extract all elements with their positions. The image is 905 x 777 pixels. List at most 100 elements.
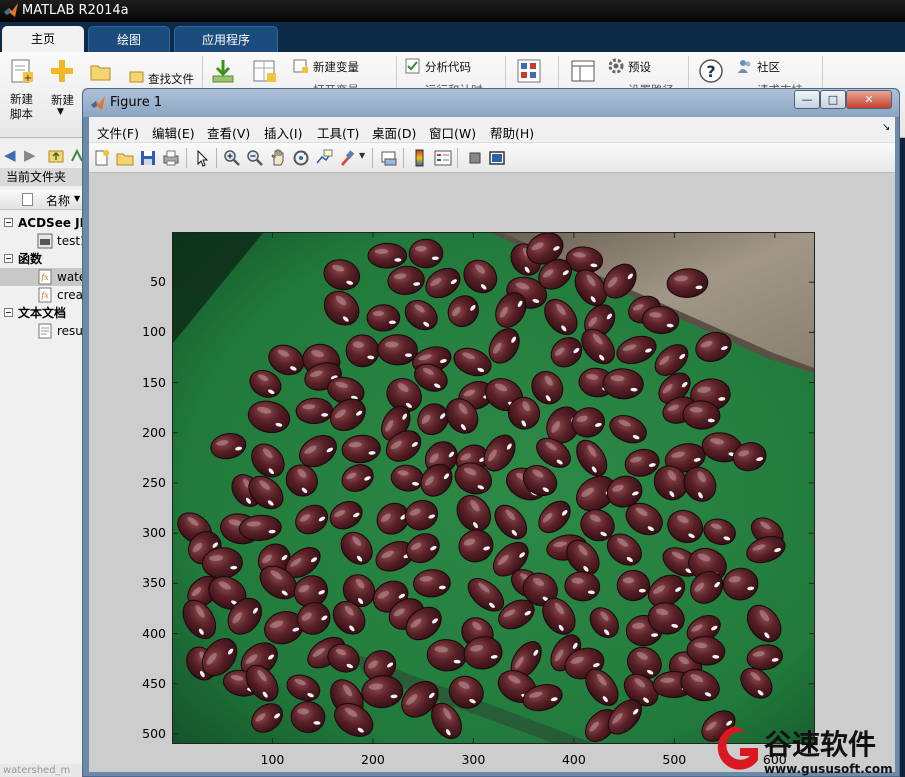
close-button[interactable]: ✕ [846,90,892,109]
y-tick-label: 300 [142,525,166,541]
matlab-logo-icon [91,96,105,110]
tab-plots[interactable]: 绘图 [88,26,170,52]
tab-home[interactable]: 主页 [2,26,84,52]
menu-window[interactable]: 窗口(W) [429,123,476,142]
open-file-icon[interactable] [116,149,134,167]
tree-group-text-docs[interactable]: 文本文档 [0,304,90,322]
new-script-icon[interactable]: + [9,58,35,84]
svg-text:fx: fx [40,273,49,282]
function-file-icon: fx [38,269,52,285]
jpg-file-icon [37,233,53,249]
zoom-out-icon[interactable] [246,149,264,167]
menu-tools[interactable]: 工具(T) [317,123,359,142]
analyze-code-button[interactable]: 分析代码 [425,59,471,75]
chevron-down-icon[interactable]: ▼ [57,107,64,117]
tab-apps[interactable]: 应用程序 [174,26,278,52]
column-header[interactable]: 名称 ▼ [0,190,90,210]
collapse-icon[interactable] [4,218,13,227]
community-button[interactable]: 社区 [757,59,780,75]
show-plot-tools-icon[interactable] [488,149,506,167]
back-arrow-icon[interactable]: ◀ [4,146,16,164]
tree-group-acdsee[interactable]: ACDSee JP [0,214,90,232]
link-plot-icon[interactable] [380,149,398,167]
dock-arrow-icon[interactable]: ↘ [882,122,890,133]
rotate-3d-icon[interactable] [292,149,310,167]
folder-nav-bar: ◀ ▶ [0,146,90,166]
data-cursor-icon[interactable] [315,149,333,167]
figure-window: Figure 1 — □ ✕ 文件(F) 编辑(E) 查看(V) 插入(I) 工… [82,88,900,777]
menu-desktop[interactable]: 桌面(D) [372,123,416,142]
figure-title-bar[interactable]: Figure 1 — □ ✕ [83,89,899,117]
new-plus-icon[interactable] [49,58,75,84]
new-script-label-2: 脚本 [10,107,33,121]
figure-client-area: 文件(F) 编辑(E) 查看(V) 插入(I) 工具(T) 桌面(D) 窗口(W… [89,117,895,772]
x-tick-label: 400 [561,752,586,767]
menu-file[interactable]: 文件(F) [97,123,139,142]
collapse-icon[interactable] [4,254,13,263]
toolbar-separator [403,148,404,168]
new-button[interactable]: 新建 [51,92,74,108]
find-files-icon [129,71,144,83]
svg-text:?: ? [706,62,715,81]
colorbar-icon[interactable] [411,149,429,167]
bean-highlight [374,248,389,254]
brush-icon[interactable] [338,149,356,167]
x-tick-label: 100 [260,752,285,767]
image-axes[interactable] [172,232,815,744]
file-type-icon [22,193,33,206]
status-bar: watershed_m [0,764,90,777]
bean-image [173,233,814,743]
menu-view[interactable]: 查看(V) [207,123,250,142]
tree-item-resu[interactable]: resu [0,322,90,340]
layout-icon[interactable] [570,58,596,84]
x-tick-label: 200 [361,752,385,767]
hide-plot-tools-icon[interactable] [466,149,484,167]
new-script-button[interactable]: 新建 脚本 [10,92,33,122]
tree-group-label: 函数 [18,252,43,266]
toolbar-separator [372,148,373,168]
collapse-icon[interactable] [4,308,13,317]
legend-icon[interactable] [434,149,452,167]
tree-item-crea[interactable]: fx crea [0,286,90,304]
tree-item-water[interactable]: fx water [0,268,90,286]
bean [616,569,651,602]
minimize-button[interactable]: — [794,90,820,109]
help-icon[interactable]: ? [698,58,724,84]
tree-group-label: 文本文档 [18,306,67,320]
y-tick-label: 500 [142,725,166,741]
new-figure-icon[interactable] [93,149,111,167]
pan-icon[interactable] [269,149,287,167]
tree-group-functions[interactable]: 函数 [0,250,90,268]
y-tick-label: 400 [142,625,166,641]
find-files-button[interactable]: 查找文件 [148,71,194,87]
zoom-in-icon[interactable] [223,149,241,167]
open-folder-icon[interactable] [90,62,112,82]
maximize-button[interactable]: □ [820,90,846,109]
watermark-brand: 谷速软件 [764,728,876,761]
chevron-down-icon[interactable]: ▼ [359,151,365,160]
x-tick-label: 300 [461,752,486,767]
bean-hilum [394,258,402,262]
community-icon [738,60,751,73]
bean [408,238,444,269]
pointer-icon[interactable] [193,149,211,167]
forward-arrow-icon[interactable]: ▶ [24,146,36,164]
menu-insert[interactable]: 插入(I) [264,123,302,142]
save-workspace-icon[interactable] [252,58,278,84]
svg-text:+: + [24,73,32,84]
y-tick-label: 350 [142,575,166,591]
menu-help[interactable]: 帮助(H) [490,123,534,142]
up-folder-icon[interactable] [48,148,64,163]
preferences-button[interactable]: 预设 [628,59,651,75]
save-icon[interactable] [139,149,157,167]
new-variable-button[interactable]: 新建变量 [313,59,359,75]
simulink-library-icon[interactable] [516,58,542,84]
text-file-icon [38,323,52,339]
import-data-icon[interactable] [210,58,236,84]
y-tick-label: 450 [142,675,166,691]
menu-edit[interactable]: 编辑(E) [152,123,195,142]
print-icon[interactable] [162,149,180,167]
tree-group-label: ACDSee JP [18,216,89,230]
window-title: MATLAB R2014a [22,3,129,18]
tree-item-test1[interactable]: test1 [0,232,90,250]
